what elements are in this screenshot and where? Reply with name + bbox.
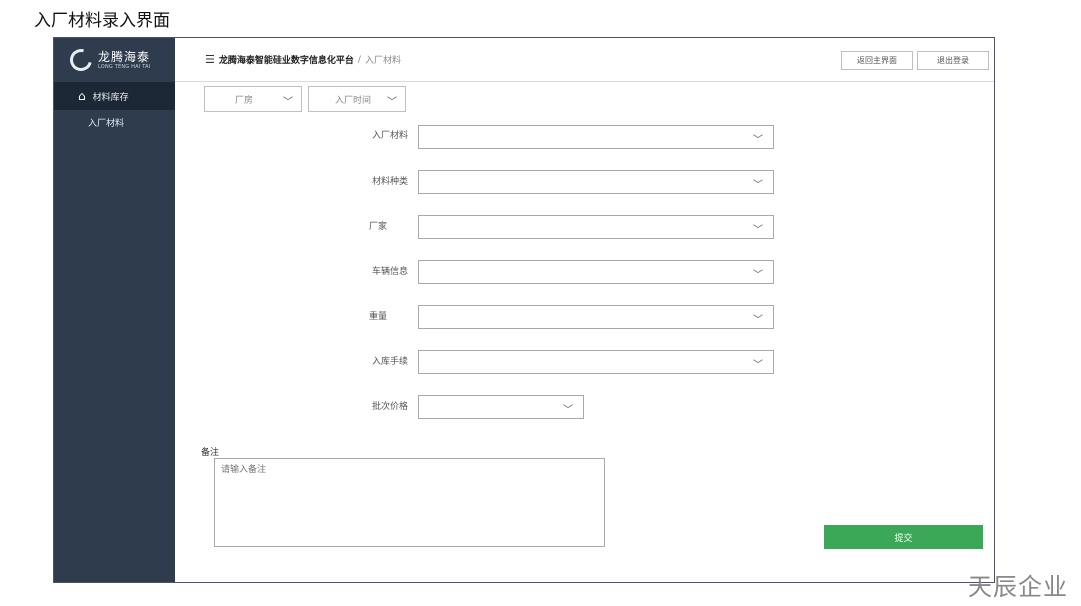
- breadcrumb: ☰ 龙腾海泰智能硅业数字信息化平台 / 入厂材料: [205, 53, 401, 66]
- submit-button[interactable]: 提交: [824, 525, 983, 549]
- breadcrumb-separator: /: [357, 54, 361, 65]
- factory-filter-label: 厂房: [235, 95, 254, 106]
- batch-price-select[interactable]: ﹀: [418, 395, 584, 419]
- weight-label: 重量: [369, 312, 388, 322]
- breadcrumb-current: 入厂材料: [364, 56, 401, 66]
- warehouse-icon: ⌂: [78, 89, 86, 103]
- entry-time-filter-label: 入厂时间: [335, 95, 372, 106]
- material-type-select[interactable]: ﹀: [418, 170, 774, 194]
- chevron-down-icon: ﹀: [753, 180, 763, 191]
- chevron-down-icon: ﹀: [387, 97, 397, 108]
- remark-textarea[interactable]: [214, 458, 605, 547]
- chevron-down-icon: ﹀: [753, 135, 763, 146]
- chevron-down-icon: ﹀: [563, 405, 573, 416]
- header: ☰ 龙腾海泰智能硅业数字信息化平台 / 入厂材料 返回主界面 退出登录: [175, 38, 994, 82]
- logo-mark-icon: [65, 44, 97, 76]
- storage-procedure-label: 入库手续: [371, 357, 408, 367]
- sidebar-item-label: 入厂材料: [88, 118, 125, 129]
- sidebar-item-material-stock[interactable]: ⌂ 材料库存: [54, 82, 175, 110]
- chevron-down-icon: ﹀: [753, 360, 763, 371]
- incoming-material-label: 入厂材料: [371, 131, 408, 141]
- sidebar: 龙腾海泰 LONG TENG HAI TAI ⌂ 材料库存 入厂材料: [54, 38, 175, 582]
- logout-button[interactable]: 退出登录: [917, 51, 989, 70]
- incoming-material-select[interactable]: ﹀: [418, 125, 774, 149]
- watermark: 天辰企业: [968, 573, 1068, 601]
- manufacturer-select[interactable]: ﹀: [418, 215, 774, 239]
- logo: 龙腾海泰 LONG TENG HAI TAI: [54, 38, 175, 82]
- app-window: 龙腾海泰 LONG TENG HAI TAI ⌂ 材料库存 入厂材料 ☰ 龙腾海…: [53, 37, 995, 583]
- chevron-down-icon: ﹀: [753, 225, 763, 236]
- chevron-down-icon: ﹀: [753, 270, 763, 281]
- logo-name-cn: 龙腾海泰: [98, 49, 151, 64]
- vehicle-info-label: 车辆信息: [371, 267, 408, 277]
- weight-select[interactable]: ﹀: [418, 305, 774, 329]
- page-heading: 入厂材料录入界面: [34, 11, 170, 31]
- chevron-down-icon: ﹀: [283, 97, 293, 108]
- storage-procedure-select[interactable]: ﹀: [418, 350, 774, 374]
- logo-name-en: LONG TENG HAI TAI: [98, 63, 151, 70]
- entry-time-filter-select[interactable]: 入厂时间 ﹀: [308, 86, 406, 112]
- sidebar-item-incoming-material[interactable]: 入厂材料: [54, 110, 175, 134]
- material-type-label: 材料种类: [371, 177, 408, 187]
- factory-filter-select[interactable]: 厂房 ﹀: [204, 86, 302, 112]
- remark-label: 备注: [201, 448, 220, 458]
- manufacturer-label: 厂家: [369, 222, 388, 232]
- menu-icon[interactable]: ☰: [205, 53, 215, 66]
- vehicle-info-select[interactable]: ﹀: [418, 260, 774, 284]
- sidebar-item-label: 材料库存: [92, 92, 129, 103]
- return-home-button[interactable]: 返回主界面: [841, 51, 913, 70]
- chevron-down-icon: ﹀: [753, 315, 763, 326]
- breadcrumb-platform[interactable]: 龙腾海泰智能硅业数字信息化平台: [219, 53, 354, 66]
- batch-price-label: 批次价格: [371, 402, 408, 412]
